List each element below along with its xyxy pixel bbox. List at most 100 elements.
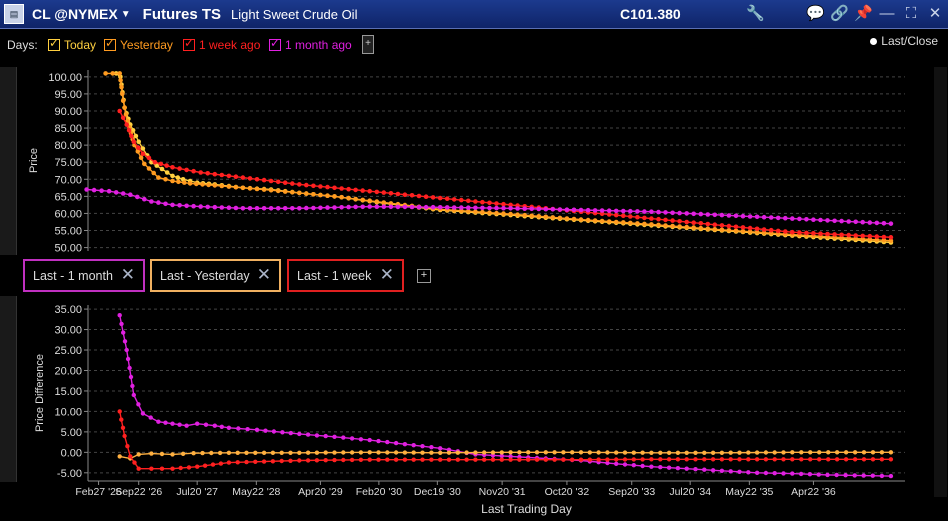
data-point — [323, 458, 328, 463]
data-point — [341, 435, 346, 440]
data-point — [341, 457, 346, 463]
y-axis-label: Price Difference — [34, 354, 46, 432]
data-point — [499, 450, 504, 455]
data-point — [203, 422, 209, 427]
x-tick-label: Jul20 '27 — [176, 486, 218, 498]
data-point — [170, 452, 175, 457]
data-point — [640, 450, 645, 455]
data-point — [499, 457, 504, 462]
data-point — [226, 425, 232, 430]
data-point — [130, 383, 135, 389]
data-point — [149, 466, 154, 471]
data-point — [772, 450, 777, 455]
data-point — [649, 464, 654, 469]
data-point — [631, 463, 636, 468]
y-tick-label: 15.00 — [54, 386, 82, 398]
data-point — [271, 429, 277, 434]
data-point — [186, 465, 192, 470]
data-point — [411, 443, 416, 448]
data-point — [420, 444, 425, 449]
data-point — [261, 450, 267, 455]
data-point — [517, 450, 522, 455]
data-point — [861, 457, 867, 462]
data-point — [754, 450, 760, 455]
data-point — [305, 458, 311, 463]
x-tick-label: Nov20 '31 — [479, 486, 526, 498]
data-point — [666, 450, 672, 455]
data-point — [684, 457, 689, 462]
data-point — [402, 442, 408, 447]
data-point — [719, 468, 725, 473]
data-point — [578, 450, 584, 455]
data-point — [226, 450, 232, 455]
data-point — [693, 457, 698, 462]
data-point — [128, 374, 134, 380]
data-point — [798, 471, 804, 477]
data-point — [195, 464, 200, 469]
data-point — [843, 457, 849, 462]
data-point — [843, 450, 849, 455]
data-point — [808, 450, 813, 455]
data-point — [159, 466, 165, 471]
x-tick-label: Oct20 '32 — [545, 486, 590, 498]
data-point — [622, 462, 628, 467]
data-point — [411, 450, 416, 455]
data-point — [253, 450, 258, 455]
data-point — [852, 457, 858, 462]
data-point — [605, 450, 610, 455]
data-point — [754, 457, 760, 462]
data-point — [170, 466, 175, 471]
data-point — [254, 427, 260, 432]
data-point — [710, 457, 716, 462]
y-tick-label: 10.00 — [54, 406, 82, 418]
data-point — [163, 420, 168, 425]
data-point — [385, 439, 390, 445]
x-tick-label: Dec19 '30 — [414, 486, 461, 498]
x-tick-label: Sep20 '33 — [608, 486, 655, 498]
data-point — [178, 465, 183, 471]
data-point — [127, 365, 132, 371]
data-point — [622, 457, 628, 462]
data-point — [367, 457, 372, 462]
data-point — [358, 437, 364, 442]
data-point — [587, 450, 592, 455]
data-point — [358, 450, 364, 455]
data-point — [517, 457, 522, 462]
data-point — [124, 347, 129, 353]
price-difference-chart: 35.00 30.00 25.00 20.00 15.00 10.00 5.00 0.00 -5… — [34, 304, 905, 516]
data-point — [376, 438, 381, 444]
x-tick-label: May22 '35 — [725, 486, 773, 498]
data-point — [212, 423, 217, 428]
data-point — [393, 440, 399, 446]
data-point — [614, 457, 619, 462]
data-point — [702, 457, 707, 462]
data-point — [888, 457, 894, 462]
data-point — [578, 457, 584, 462]
data-point — [438, 446, 443, 451]
data-point — [825, 472, 830, 478]
data-point — [781, 471, 786, 476]
data-point — [490, 450, 496, 455]
data-point — [385, 457, 390, 462]
data-point — [526, 457, 531, 462]
data-point — [658, 450, 663, 455]
data-point — [446, 457, 452, 462]
data-point — [261, 459, 267, 464]
data-point — [217, 450, 223, 456]
x-tick-label: May22 '28 — [232, 486, 280, 498]
data-point — [834, 472, 839, 478]
y-tick-label: 30.00 — [54, 325, 82, 337]
data-point — [170, 421, 175, 426]
data-point — [455, 457, 460, 462]
data-point — [323, 450, 328, 455]
data-point — [332, 434, 337, 439]
data-point — [658, 457, 663, 462]
data-point — [702, 467, 707, 472]
data-point — [614, 461, 619, 466]
data-point — [297, 450, 302, 455]
data-point — [666, 465, 672, 470]
data-point — [534, 450, 540, 455]
data-point — [136, 466, 141, 471]
data-point — [596, 457, 601, 462]
data-point — [455, 450, 460, 455]
